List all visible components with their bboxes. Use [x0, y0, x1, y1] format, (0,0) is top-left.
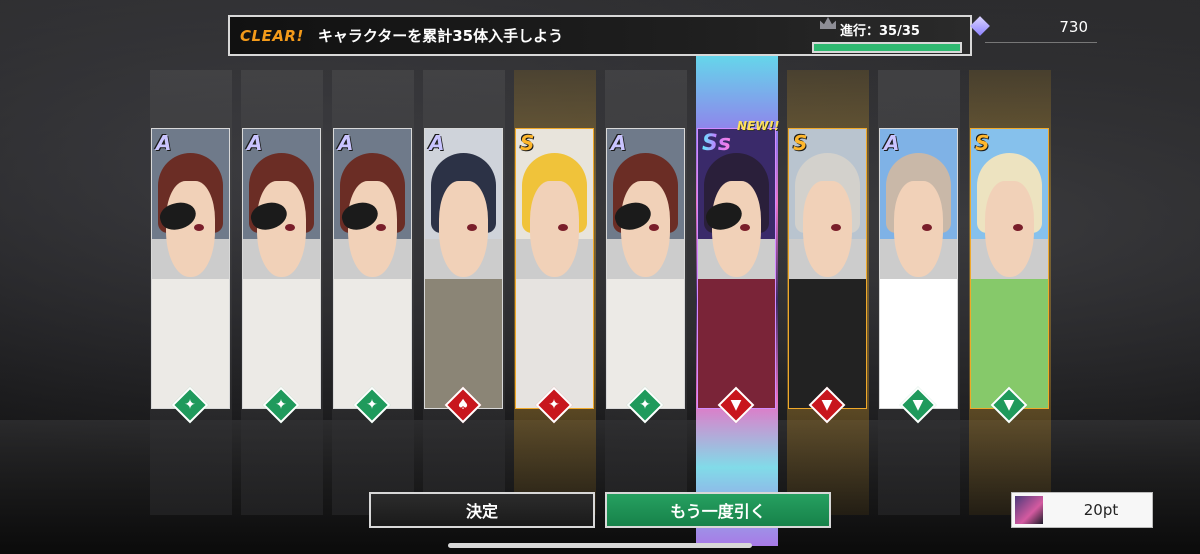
points-display[interactable]: 20pt [1011, 492, 1153, 528]
character-eye [285, 224, 295, 231]
rarity-rank: S [793, 131, 808, 155]
new-badge: NEW!! [737, 119, 780, 133]
character-eye [740, 224, 750, 231]
rarity-rank: S [520, 131, 535, 155]
currency-divider [985, 42, 1097, 43]
character-face [530, 181, 579, 277]
arrow-down-icon: ▼ [990, 386, 1028, 424]
rarity-rank: A [429, 131, 445, 155]
character-card[interactable]: A [151, 128, 230, 409]
arrow-down-icon: ▼ [717, 386, 755, 424]
arrow-down-icon: ▼ [899, 386, 937, 424]
technique-icon: ✦ [262, 386, 300, 424]
character-eye [1013, 224, 1023, 231]
rarity-rank: A [884, 131, 900, 155]
rarity-rank: Ss [702, 131, 731, 156]
arrow-down-icon: ▼ [808, 386, 846, 424]
character-card[interactable]: A [242, 128, 321, 409]
character-card[interactable]: A [424, 128, 503, 409]
character-portrait [698, 129, 775, 408]
character-card[interactable]: A [333, 128, 412, 409]
technique-icon: ✦ [535, 386, 573, 424]
technique-icon: ✦ [171, 386, 209, 424]
redraw-button[interactable]: もう一度引く [605, 492, 831, 528]
character-portrait [789, 129, 866, 408]
mission-banner[interactable]: CLEAR! キャラクターを累計35体入手しよう 進行：35/35 [228, 15, 972, 56]
character-card[interactable]: S [515, 128, 594, 409]
power-icon: ♠ [444, 386, 482, 424]
rarity-rank: S [975, 131, 990, 155]
rarity-rank: A [156, 131, 172, 155]
character-eye [649, 224, 659, 231]
home-indicator [448, 543, 752, 548]
character-eye [558, 224, 568, 231]
character-card[interactable]: A [606, 128, 685, 409]
character-portrait [334, 129, 411, 408]
mission-status: CLEAR! [240, 26, 304, 45]
mission-progress: 進行：35/35 [812, 20, 962, 53]
character-portrait [425, 129, 502, 408]
character-face [894, 181, 943, 277]
character-card[interactable]: A [879, 128, 958, 409]
character-eye [376, 224, 386, 231]
rarity-rank: A [611, 131, 627, 155]
character-eye [831, 224, 841, 231]
character-eye [922, 224, 932, 231]
character-face [803, 181, 852, 277]
confirm-button[interactable]: 決定 [369, 492, 595, 528]
character-card[interactable]: S [788, 128, 867, 409]
character-face [985, 181, 1034, 277]
mission-progress-fill [814, 44, 960, 51]
character-portrait [971, 129, 1048, 408]
rarity-rank: A [247, 131, 263, 155]
character-portrait [516, 129, 593, 408]
character-card[interactable]: S [970, 128, 1049, 409]
character-card[interactable]: Ss [697, 128, 776, 409]
character-avatar [1015, 496, 1043, 524]
mission-text: キャラクターを累計35体入手しよう [317, 27, 564, 45]
points-value: 20pt [1083, 501, 1119, 519]
technique-icon: ✦ [353, 386, 391, 424]
character-eye [467, 224, 477, 231]
character-face [439, 181, 488, 277]
currency-value: 730 [1059, 18, 1088, 36]
character-portrait [152, 129, 229, 408]
character-portrait [607, 129, 684, 408]
character-portrait [880, 129, 957, 408]
character-portrait [243, 129, 320, 408]
mission-progress-label: 進行：35/35 [840, 24, 920, 39]
character-eye [194, 224, 204, 231]
mission-progress-bar [812, 42, 962, 53]
technique-icon: ✦ [626, 386, 664, 424]
rarity-rank: A [338, 131, 354, 155]
